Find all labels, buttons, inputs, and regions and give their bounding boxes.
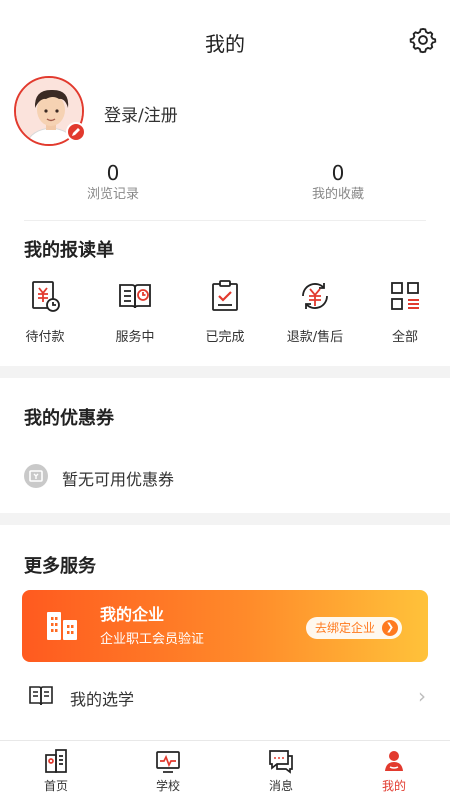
- order-completed[interactable]: 已完成: [180, 278, 270, 345]
- order-label: 待付款: [25, 330, 65, 345]
- in-service-icon: [119, 284, 151, 309]
- chevron-right-icon: ›: [418, 684, 426, 708]
- tab-me[interactable]: 我的: [338, 747, 450, 794]
- orders-title: 我的报读单: [24, 240, 114, 261]
- order-label: 全部: [391, 330, 418, 345]
- order-pending-payment[interactable]: 待付款: [0, 278, 90, 345]
- order-in-service[interactable]: 服务中: [90, 278, 180, 345]
- tab-label: 消息: [268, 779, 293, 793]
- tab-label: 我的: [381, 779, 406, 793]
- school-icon: [156, 751, 180, 773]
- home-icon: [45, 749, 67, 773]
- bottom-tab-bar: 首页 学校 消息 我的: [0, 740, 450, 800]
- stats-row: 0 浏览记录 0 我的收藏: [0, 160, 450, 210]
- tab-label: 首页: [43, 779, 68, 793]
- favorites-count: 0: [331, 161, 345, 185]
- coupon-icon: [24, 464, 48, 488]
- me-icon: [385, 751, 403, 771]
- tab-messages[interactable]: 消息: [225, 747, 337, 794]
- message-icon: [269, 750, 293, 774]
- gear-icon[interactable]: [409, 26, 437, 54]
- edit-badge-icon[interactable]: [66, 122, 86, 142]
- refund-icon: [302, 283, 328, 309]
- coupon-empty-text: 暂无可用优惠券: [62, 470, 175, 489]
- browse-history-count: 0: [106, 161, 120, 185]
- profile-section[interactable]: 登录/注册: [14, 76, 434, 148]
- enterprise-card[interactable]: 我的企业 企业职工会员验证 去绑定企业 ❯: [22, 590, 428, 662]
- tab-home[interactable]: 首页: [0, 747, 112, 794]
- enterprise-title: 我的企业: [100, 605, 165, 624]
- page-title: 我的: [205, 32, 245, 56]
- menu-item-my-course-selection[interactable]: 我的选学 ›: [24, 676, 426, 718]
- menu-item-label: 我的选学: [70, 690, 135, 709]
- order-label: 服务中: [115, 330, 155, 345]
- favorites-stat[interactable]: 0 我的收藏: [263, 160, 413, 204]
- chevron-right-icon: ❯: [382, 620, 398, 636]
- tab-school[interactable]: 学校: [112, 747, 224, 794]
- section-separator: [0, 513, 450, 525]
- top-bar: 我的: [0, 0, 450, 80]
- building-icon: [47, 612, 77, 640]
- order-refund[interactable]: 退款/售后: [270, 278, 360, 345]
- completed-icon: [212, 280, 238, 311]
- favorites-label: 我的收藏: [311, 187, 364, 202]
- browse-history-label: 浏览记录: [86, 187, 139, 202]
- divider: [24, 220, 426, 221]
- coupons-title: 我的优惠券: [24, 408, 114, 429]
- order-label: 退款/售后: [286, 330, 344, 345]
- orders-row: 待付款 服务中 已完成 退款/售后 全部: [0, 278, 450, 350]
- all-orders-icon: [391, 282, 419, 310]
- login-register-link[interactable]: 登录/注册: [104, 101, 178, 126]
- book-icon: [29, 686, 53, 706]
- order-all[interactable]: 全部: [360, 278, 450, 345]
- bind-enterprise-label: 去绑定企业: [315, 621, 376, 635]
- order-label: 已完成: [205, 330, 245, 345]
- more-services-title: 更多服务: [24, 556, 96, 577]
- tab-label: 学校: [155, 779, 180, 793]
- pending-payment-icon: [32, 281, 60, 312]
- browse-history-stat[interactable]: 0 浏览记录: [38, 160, 188, 204]
- section-separator: [0, 366, 450, 378]
- bind-enterprise-button[interactable]: 去绑定企业 ❯: [306, 617, 402, 639]
- enterprise-subtitle: 企业职工会员验证: [100, 632, 205, 647]
